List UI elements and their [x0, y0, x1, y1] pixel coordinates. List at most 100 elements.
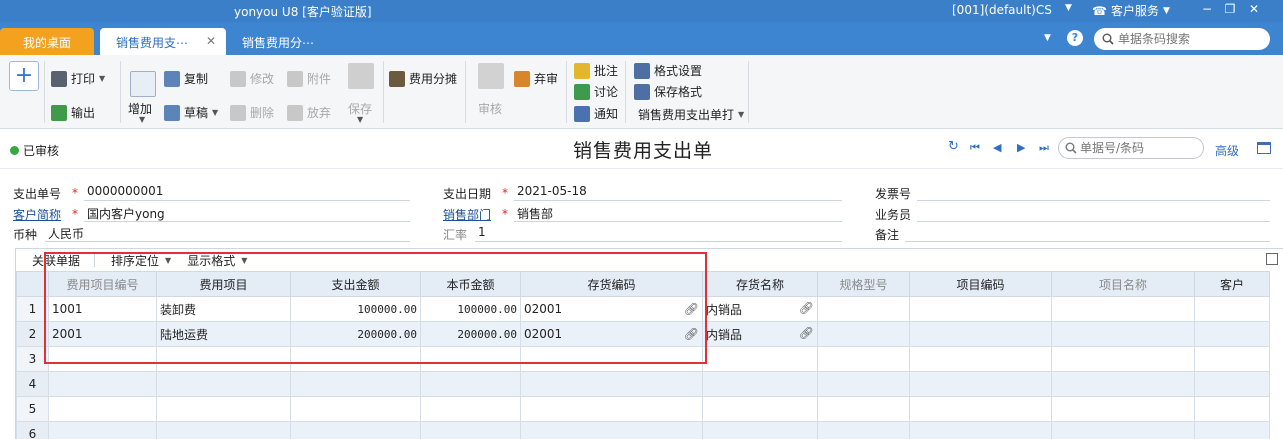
- close-icon[interactable]: ✕: [206, 34, 216, 48]
- project-name-cell[interactable]: [1051, 321, 1195, 347]
- column-header[interactable]: 规格型号: [817, 271, 910, 297]
- amount-cell[interactable]: [290, 346, 421, 372]
- voucher-search[interactable]: [1058, 137, 1204, 159]
- item-code-cell[interactable]: [48, 346, 157, 372]
- inventory-code-cell[interactable]: 02001 🔗︎: [520, 321, 703, 347]
- barcode-search-input[interactable]: [1118, 32, 1258, 46]
- amount-cell[interactable]: [290, 396, 421, 422]
- item-code-cell[interactable]: 2001: [48, 321, 157, 347]
- paperclip-icon[interactable]: 🔗︎: [684, 302, 699, 316]
- project-name-cell[interactable]: [1051, 421, 1195, 439]
- customer-cell[interactable]: [1194, 421, 1270, 439]
- list-view-icon[interactable]: [1257, 142, 1271, 154]
- export-button[interactable]: 输出: [51, 104, 95, 121]
- column-header[interactable]: 费用项目: [156, 271, 291, 297]
- annotate-button[interactable]: 批注: [574, 62, 618, 79]
- local-amount-cell[interactable]: [420, 396, 521, 422]
- print-button[interactable]: 打印 ▼: [51, 70, 105, 87]
- tab-expense-voucher[interactable]: 销售费用支⋯ ✕: [100, 28, 226, 55]
- remark-field[interactable]: [905, 225, 1270, 242]
- item-code-cell[interactable]: 1001: [48, 296, 157, 322]
- column-header[interactable]: 存货编码: [520, 271, 703, 297]
- first-record-icon[interactable]: ⏮: [970, 141, 980, 155]
- discuss-button[interactable]: 讨论: [574, 83, 618, 100]
- format-settings-button[interactable]: 格式设置: [634, 62, 702, 79]
- column-header[interactable]: 项目编码: [909, 271, 1052, 297]
- column-header[interactable]: 费用项目编号: [48, 271, 157, 297]
- notify-button[interactable]: 通知: [574, 105, 618, 122]
- inventory-name-cell[interactable]: [702, 396, 818, 422]
- project-name-cell[interactable]: [1051, 296, 1195, 322]
- maximize-icon[interactable]: ❐: [1221, 2, 1239, 16]
- project-name-cell[interactable]: [1051, 396, 1195, 422]
- expand-icon[interactable]: [1266, 253, 1278, 265]
- date-field[interactable]: 2021-05-18: [514, 184, 842, 201]
- inventory-name-cell[interactable]: [702, 346, 818, 372]
- last-record-icon[interactable]: ⏭: [1039, 141, 1049, 155]
- spec-cell[interactable]: [817, 321, 910, 347]
- inventory-name-cell[interactable]: [702, 421, 818, 439]
- item-code-cell[interactable]: [48, 396, 157, 422]
- spec-cell[interactable]: [817, 371, 910, 397]
- customer-service-button[interactable]: ☎ 客户服务 ▼: [1092, 2, 1170, 19]
- help-icon[interactable]: ?: [1067, 30, 1083, 46]
- spec-cell[interactable]: [817, 421, 910, 439]
- customer-label[interactable]: 客户简称: [13, 206, 61, 223]
- item-cell[interactable]: [156, 421, 291, 439]
- doc-no-field[interactable]: 0000000001: [84, 184, 410, 201]
- add-button[interactable]: [130, 71, 156, 97]
- account-selector[interactable]: [001](default)CS: [952, 3, 1052, 17]
- local-amount-cell[interactable]: 100000.00: [420, 296, 521, 322]
- next-record-icon[interactable]: ▶: [1017, 141, 1025, 154]
- project-code-cell[interactable]: [909, 321, 1052, 347]
- barcode-search[interactable]: [1094, 28, 1270, 50]
- local-amount-cell[interactable]: 200000.00: [420, 321, 521, 347]
- salesman-field[interactable]: [917, 205, 1270, 222]
- paperclip-icon[interactable]: 🔗︎: [799, 326, 814, 340]
- dept-label[interactable]: 销售部门: [443, 206, 491, 223]
- spec-cell[interactable]: [817, 396, 910, 422]
- draft-button[interactable]: 草稿 ▼: [164, 104, 218, 121]
- spec-cell[interactable]: [817, 346, 910, 372]
- chevron-down-icon[interactable]: ▼: [1044, 33, 1051, 43]
- item-cell[interactable]: [156, 371, 291, 397]
- table-row[interactable]: 6: [16, 421, 1270, 439]
- save-format-button[interactable]: 保存格式: [634, 83, 702, 100]
- print-template-select[interactable]: 销售费用支出单打 ▼: [638, 106, 744, 123]
- abandon-button[interactable]: 放弃: [287, 104, 331, 121]
- project-name-cell[interactable]: [1051, 346, 1195, 372]
- display-format-button[interactable]: 显示格式 ▼: [187, 252, 247, 269]
- modify-button[interactable]: 修改: [230, 70, 274, 87]
- tab-home[interactable]: 我的桌面: [0, 28, 94, 55]
- link-docs-button[interactable]: 关联单据: [32, 252, 80, 269]
- project-code-cell[interactable]: [909, 296, 1052, 322]
- project-code-cell[interactable]: [909, 346, 1052, 372]
- voucher-search-input[interactable]: [1080, 141, 1198, 155]
- column-header[interactable]: 支出金额: [290, 271, 421, 297]
- previous-record-icon[interactable]: ◀: [993, 141, 1001, 154]
- chevron-down-icon[interactable]: ▼: [1065, 3, 1072, 13]
- close-window-icon[interactable]: ✕: [1245, 2, 1263, 16]
- delete-button[interactable]: 删除: [230, 104, 274, 121]
- table-row[interactable]: 1 1001 装卸费 100000.00 100000.00 02001 🔗︎ 内…: [16, 296, 1270, 322]
- item-cell[interactable]: 装卸费: [156, 296, 291, 322]
- audit-button[interactable]: [478, 63, 504, 89]
- project-code-cell[interactable]: [909, 371, 1052, 397]
- rate-field[interactable]: 1: [475, 225, 842, 242]
- inventory-code-cell[interactable]: 02001 🔗︎: [520, 296, 703, 322]
- minimize-icon[interactable]: −: [1198, 2, 1216, 16]
- item-cell[interactable]: 陆地运费: [156, 321, 291, 347]
- chevron-down-icon[interactable]: ▼: [139, 115, 145, 124]
- item-cell[interactable]: [156, 346, 291, 372]
- attachment-button[interactable]: 附件: [287, 70, 331, 87]
- copy-button[interactable]: 复制: [164, 70, 208, 87]
- advanced-link[interactable]: 高级: [1215, 142, 1239, 159]
- unaudit-button[interactable]: 弃审: [514, 70, 558, 87]
- invoice-field[interactable]: [917, 184, 1270, 201]
- sort-position-button[interactable]: 排序定位 ▼: [111, 252, 171, 269]
- customer-field[interactable]: 国内客户yong: [84, 205, 410, 222]
- table-row[interactable]: 4: [16, 371, 1270, 397]
- currency-field[interactable]: 人民币: [45, 225, 410, 242]
- table-row[interactable]: 5: [16, 396, 1270, 422]
- customer-cell[interactable]: [1194, 321, 1270, 347]
